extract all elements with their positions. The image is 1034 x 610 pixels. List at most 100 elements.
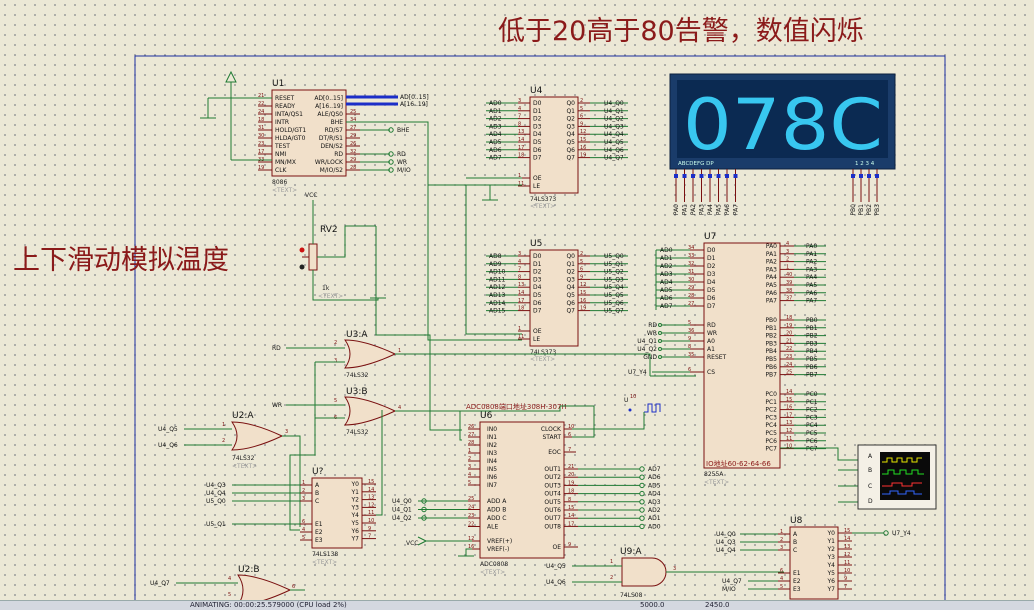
u7-ctrl-name: RD	[707, 322, 716, 329]
u7-pa-net: PA1	[806, 251, 817, 258]
uq-e-num: 6	[302, 519, 305, 525]
u2b-in2-num: 5	[228, 592, 231, 598]
u7-d-name: D5	[707, 287, 716, 294]
u6-out-name: OUT3	[544, 482, 561, 489]
u4-in-net: AD2	[489, 116, 502, 123]
u7-ctrl-net: RD	[648, 322, 657, 329]
oscilloscope[interactable]: A B C D	[857, 444, 937, 510]
u6-in-num: 4	[468, 472, 471, 478]
rv2-vcc: VCC	[305, 192, 317, 199]
u7-pc-name: PC0	[765, 391, 777, 398]
u2a-out-num: 3	[285, 429, 288, 435]
u5-out-num: 2	[580, 251, 583, 257]
uq-in-num: 1	[302, 480, 305, 486]
u3a-or-gate[interactable]: U3:A 74LS32	[344, 330, 397, 379]
u7-pa-net: PA3	[806, 266, 817, 273]
u5-in-name: D2	[533, 269, 542, 276]
display-seg-marker	[708, 174, 712, 178]
u4-in-name: D4	[533, 131, 542, 138]
u1-left-pin-name: HLDA/GT0	[275, 135, 306, 142]
u7-ctrl-terminal	[658, 355, 662, 359]
rv2-potentiometer[interactable]: RV2 VCC 1k <TEXT>	[299, 192, 344, 300]
u2a-in1: U4_Q5	[158, 426, 178, 433]
u5-out-num: 19	[580, 306, 586, 312]
u6-out-name: OUT7	[544, 515, 561, 522]
u5-out-name: Q5	[566, 292, 575, 299]
u6-in-num: 3	[468, 464, 471, 470]
clock-source[interactable]: U 10	[624, 394, 661, 413]
seven-segment-display[interactable]: 078C ABCDEFG DP 1 2 3 4	[669, 73, 896, 170]
uq-e-net: U5_Q1	[206, 521, 226, 528]
u1-left-pin-num: 31	[258, 125, 264, 131]
schematic-canvas[interactable]: 低于20高于80告警，数值闪烁 上下滑动模拟温度 078C ABCDEFG DP…	[0, 0, 1034, 609]
u3a-in1-num: 2	[334, 340, 337, 346]
u7-pa-num: 4	[786, 241, 789, 247]
bus-label-ad: AD[0..15]	[400, 94, 429, 101]
u7-ctrl-name: A1	[707, 346, 715, 353]
display-seg-net: PA3	[699, 204, 706, 215]
u9a-in2-num: 2	[610, 575, 613, 581]
uq-ref: U?	[312, 467, 324, 477]
u8-in-net: U4_Q0	[716, 531, 736, 538]
u1-left-pin-name: INTA/QS1	[275, 111, 303, 118]
u8-out-name: Y0	[827, 530, 836, 537]
display-seg-marker	[733, 174, 738, 178]
u8-in-net: U4_Q4	[716, 547, 736, 554]
uq-e-num: 4	[302, 527, 305, 533]
u1-right-pin-num: 25	[350, 109, 356, 115]
u7-pa-name: PA2	[766, 259, 777, 266]
u5-out-net: U5_Q5	[604, 292, 624, 299]
u8-e-name: E2	[793, 578, 801, 585]
u6-in-name: IN0	[487, 426, 497, 433]
u3b-in-net: WR	[272, 402, 282, 409]
uq-out-name: Y3	[351, 504, 360, 511]
u1-right-pin-name: RD/S7	[325, 127, 344, 134]
u7-pc-net: PC1	[806, 399, 818, 406]
u6-addr-name: ADD A	[487, 498, 507, 505]
display-seg-marker	[716, 174, 721, 178]
display-pins: PA0 PA1 PA2 PA3 PA4 PA5 PA6 PA7 PB0 PB1 PB2 PB3	[673, 169, 881, 216]
u6-addr-net: U4_Q0	[392, 498, 412, 505]
u7-d-net: AD5	[660, 287, 673, 294]
clock-wire	[560, 405, 645, 438]
u3b-out-num: 4	[398, 405, 401, 411]
u6-text: <TEXT>	[480, 569, 505, 576]
u7-text: <TEXT>	[704, 479, 729, 486]
u8-out-terminal	[883, 530, 889, 536]
uq-out-num: 11	[368, 510, 374, 516]
u5-out-num: 12	[580, 282, 586, 288]
u7-pb-name: PB4	[765, 348, 777, 355]
u6-in-name: IN7	[487, 482, 497, 489]
u9a-and-gate[interactable]: U9:A 74LS08 U4_Q5 U4_Q6 1 2 3	[546, 547, 676, 599]
u2a-part: 74LS32	[232, 455, 255, 462]
u6-in-name: IN3	[487, 450, 497, 457]
u2a-or-gate[interactable]: U2:A 74LS32 <TEXT>	[231, 411, 284, 470]
u6-ctl-name: EOC	[548, 449, 561, 456]
u7-ctrl-num: 36	[688, 328, 694, 334]
vref-supply: VCC	[406, 536, 474, 557]
uq-in-net: U5_Q0	[206, 498, 226, 505]
u5-in-num: 17	[518, 298, 524, 304]
u8-in-num: 1	[780, 529, 783, 535]
u6-ref-name: VREF(-)	[487, 546, 509, 553]
u7-pa-num: 38	[786, 288, 792, 294]
u6-out-name: OUT1	[544, 466, 561, 473]
u5-in-name: D7	[533, 308, 542, 315]
display-digit-net: PB1	[858, 204, 865, 216]
u3a-part: 74LS32	[346, 372, 369, 379]
u7-pc-name: PC7	[765, 446, 777, 453]
display-seg-net: PA0	[673, 204, 680, 215]
u1-left-pin-name: READY	[275, 103, 295, 110]
u5-text: <TEXT>	[530, 356, 555, 363]
u3b-or-gate[interactable]: U3:B 74LS32	[344, 387, 397, 436]
u2b-gate[interactable]: U2:B U4_Q7 4 5 6	[150, 565, 295, 606]
u8-ref: U8	[790, 516, 803, 526]
u7-pa-num: 1	[786, 264, 789, 270]
u7-pc-net: PC6	[806, 438, 818, 445]
u7-pb-name: PB3	[765, 340, 777, 347]
u6-in-name: IN5	[487, 466, 497, 473]
status-value-1: 5000.0	[640, 601, 665, 609]
uq-e-name: E2	[315, 529, 323, 536]
u5-out-num: 15	[580, 290, 586, 296]
u5-in-net: AD14	[489, 300, 506, 307]
